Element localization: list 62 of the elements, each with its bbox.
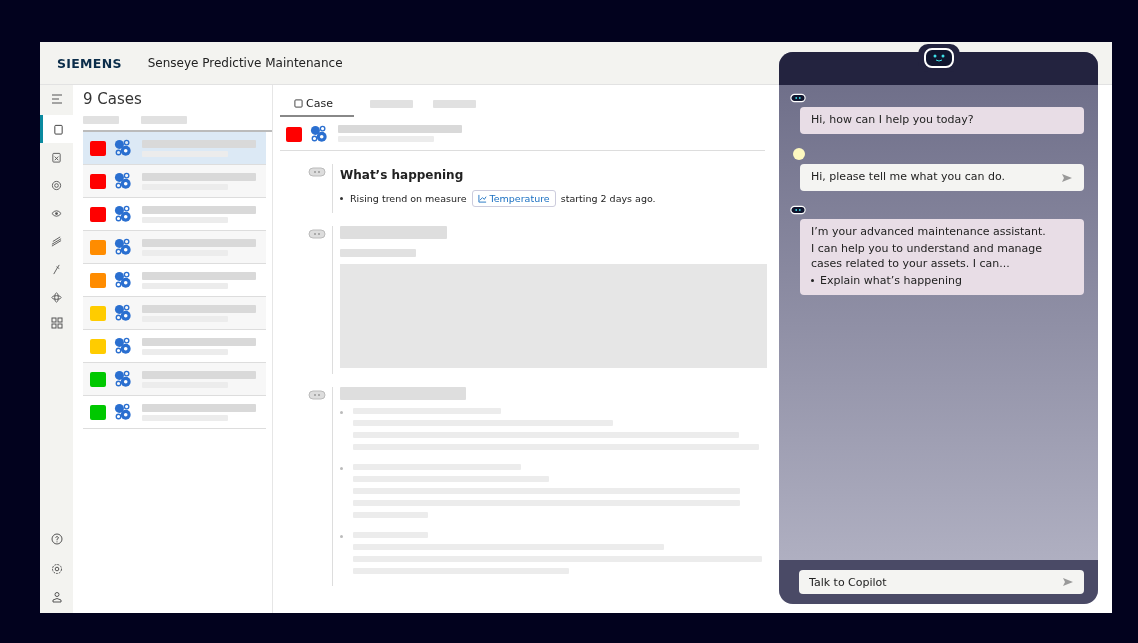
user-icon[interactable]: [50, 591, 63, 603]
robot-icon: [308, 229, 326, 239]
chart-icon: [477, 194, 487, 203]
section-title: What’s happening: [340, 168, 465, 182]
placeholder-bar: [370, 100, 413, 108]
wrench-icon: [51, 263, 62, 275]
gears-icon: [114, 337, 132, 355]
severity-icon: [286, 125, 302, 142]
message-text: I can help you to understand and manage cases related to your assets. I can...: [811, 241, 1044, 271]
square-icon: [294, 98, 303, 108]
gears-icon: [114, 370, 132, 388]
gears-icon: [114, 403, 132, 421]
case-tab[interactable]: Case: [280, 91, 354, 117]
cases-title: 9 Cases: [83, 90, 143, 108]
cross-box-icon: [51, 151, 62, 163]
bullet-icon: [340, 411, 343, 414]
send-icon[interactable]: [1061, 172, 1073, 183]
bullet-icon: [340, 535, 343, 538]
placeholder-bar: [433, 100, 476, 108]
robot-icon: [308, 390, 326, 400]
user-avatar: [793, 148, 805, 160]
case-row[interactable]: [83, 231, 266, 264]
measure-chip[interactable]: Temperature: [471, 190, 556, 207]
menu-icon[interactable]: [50, 93, 63, 105]
brand-logo: SIEMENS: [57, 55, 122, 71]
bullet-text: Rising trend on measure: [350, 193, 467, 204]
gears-icon: [114, 139, 132, 157]
atom-icon: [51, 291, 62, 303]
gears-icon: [114, 172, 132, 190]
sidebar-item[interactable]: [40, 115, 73, 143]
gears-icon: [114, 271, 132, 289]
case-row[interactable]: [83, 165, 266, 198]
help-icon[interactable]: [50, 533, 63, 545]
gears-icon: [114, 304, 132, 322]
clipboard-icon: [52, 123, 64, 135]
lines-icon: [51, 235, 62, 247]
bullet-icon: [340, 197, 343, 200]
chat-input[interactable]: Talk to Copilot: [799, 570, 1084, 594]
placeholder-bar: [83, 116, 119, 124]
robot-icon: [790, 205, 806, 215]
case-row[interactable]: [83, 363, 266, 396]
grid-icon[interactable]: [50, 317, 63, 329]
target-icon: [51, 179, 62, 191]
robot-icon: [790, 93, 806, 103]
message-text: Explain what’s happening: [820, 273, 962, 288]
app-title: Senseye Predictive Maintenance: [147, 56, 343, 70]
message-text: Hi, please tell me what you can do.: [811, 169, 1007, 184]
bullet-icon: [340, 467, 343, 470]
settings-icon[interactable]: [50, 563, 63, 575]
placeholder-bar: [141, 116, 187, 124]
gears-icon: [310, 124, 328, 143]
send-icon[interactable]: [1062, 577, 1074, 587]
gears-icon: [114, 238, 132, 256]
case-row[interactable]: [83, 132, 266, 165]
message-text: Hi, how can I help you today?: [811, 112, 975, 127]
message-text: I’m your advanced maintenance assistant.: [811, 224, 1047, 239]
gears-icon: [114, 205, 132, 223]
bullet-icon: [811, 279, 814, 282]
eye-icon: [51, 207, 62, 219]
case-row[interactable]: [83, 297, 266, 330]
robot-icon: [308, 167, 326, 177]
bullet-text: starting 2 days ago.: [560, 193, 656, 204]
